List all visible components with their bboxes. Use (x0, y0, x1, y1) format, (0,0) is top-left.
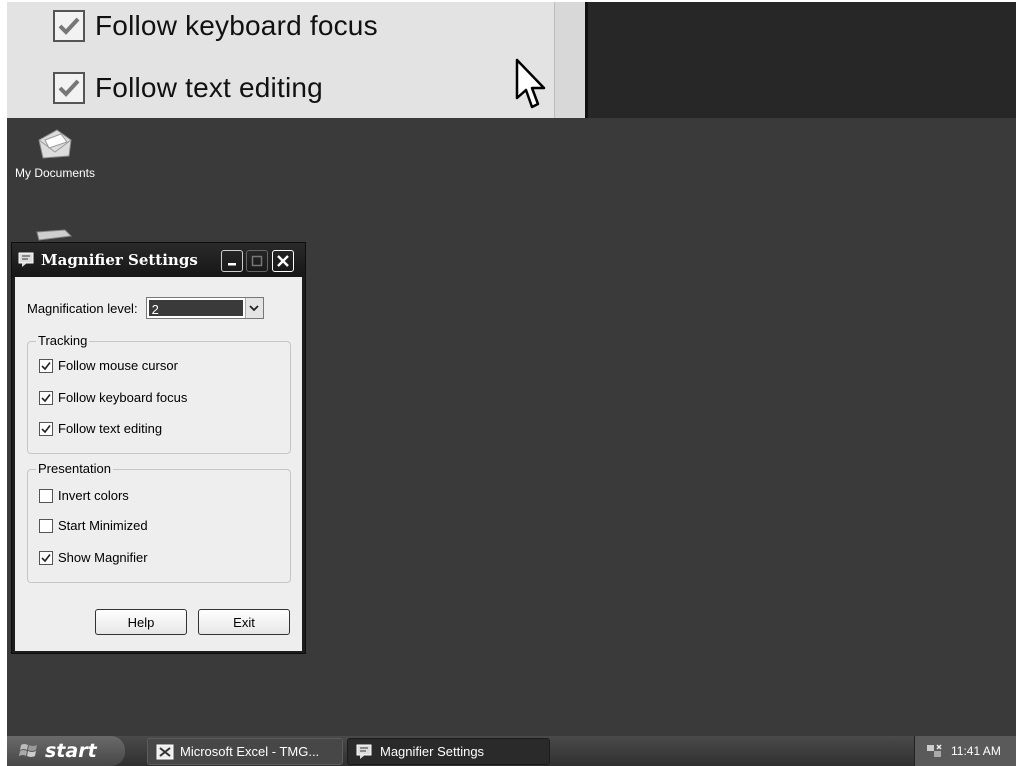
checkbox-box[interactable] (39, 518, 53, 533)
exit-button[interactable]: Exit (198, 609, 290, 635)
checkmark-icon (41, 361, 51, 370)
minimize-button[interactable] (221, 250, 243, 272)
checkmark-icon (41, 393, 51, 402)
dropdown-button[interactable] (244, 298, 263, 318)
window-body: Magnification level: 2 Tracking Follow m… (15, 277, 302, 651)
chevron-down-icon (249, 305, 259, 312)
excel-icon (156, 744, 174, 759)
desktop-icon-label: My Documents (14, 166, 96, 180)
tracking-group: Tracking Follow mouse cursor Follow keyb… (27, 333, 291, 454)
checkbox-label: Show Magnifier (58, 550, 148, 565)
magnified-checkbox-row: Follow keyboard focus (53, 10, 378, 42)
taskbar-button-excel[interactable]: Microsoft Excel - TMG... (147, 738, 343, 765)
magnification-level-select[interactable]: 2 (145, 297, 264, 319)
checkbox-label: Invert colors (58, 488, 129, 503)
windows-logo-icon (19, 744, 37, 757)
checkbox-start-minimized[interactable]: Start Minimized (39, 518, 148, 533)
taskbar-button-label: Magnifier Settings (380, 744, 485, 759)
magnified-gap (555, 2, 585, 118)
maximize-button[interactable] (246, 250, 268, 272)
start-label: start (45, 740, 97, 762)
checkbox-box[interactable] (39, 550, 53, 565)
mouse-pointer-icon (515, 58, 546, 109)
checkbox-follow-mouse-cursor[interactable]: Follow mouse cursor (39, 358, 178, 373)
my-documents-icon (38, 129, 72, 159)
checkbox-box[interactable] (39, 390, 53, 405)
taskbar-button-magnifier-settings[interactable]: Magnifier Settings (347, 738, 550, 765)
checkbox-follow-text-editing[interactable]: Follow text editing (39, 421, 162, 436)
help-button-label: Help (127, 614, 155, 630)
presentation-group-title: Presentation (36, 461, 113, 476)
magnifier-icon (18, 252, 34, 267)
magnification-level-row: Magnification level: 2 (27, 297, 264, 319)
magnified-label: Follow keyboard focus (95, 10, 378, 41)
taskbar: start Microsoft Excel - TMG... Magnifier… (7, 736, 1016, 766)
magnified-dark-area (585, 2, 1016, 118)
checkbox-label: Start Minimized (58, 518, 148, 533)
magnification-level-label: Magnification level: (27, 300, 138, 316)
clock: 11:41 AM (951, 744, 1001, 758)
checkbox-invert-colors[interactable]: Invert colors (39, 488, 129, 503)
magnified-area: Follow keyboard focus Follow text editin… (7, 2, 555, 118)
checkbox-show-magnifier[interactable]: Show Magnifier (39, 550, 148, 565)
checkbox-label: Follow keyboard focus (58, 390, 188, 405)
presentation-group: Presentation Invert colors Start Minimiz… (27, 461, 291, 583)
checkbox-box[interactable] (39, 488, 53, 503)
desktop-icon-my-documents[interactable]: My Documents (7, 126, 105, 180)
system-tray: 11:41 AM (914, 736, 1016, 766)
checkbox-box[interactable] (39, 358, 53, 373)
maximize-icon (251, 255, 263, 267)
desktop-icon-partial[interactable] (35, 228, 75, 242)
magnifier-view: Follow keyboard focus Follow text editin… (7, 2, 1016, 118)
magnified-checkbox-checked (53, 10, 85, 42)
checkbox-label: Follow mouse cursor (58, 358, 178, 373)
magnifier-settings-window: Magnifier Settings Magnification level: … (11, 242, 306, 654)
magnifier-icon (356, 744, 372, 759)
checkmark-icon (41, 424, 51, 433)
magnified-checkbox-row: Follow text editing (53, 72, 323, 104)
magnification-level-value: 2 (148, 300, 243, 317)
magnified-checkbox-checked (53, 72, 85, 104)
exit-button-label: Exit (233, 614, 255, 630)
magnified-label: Follow text editing (95, 72, 323, 103)
tracking-group-title: Tracking (36, 333, 90, 348)
window-titlebar[interactable]: Magnifier Settings (12, 243, 305, 277)
window-title: Magnifier Settings (41, 251, 198, 269)
checkbox-box[interactable] (39, 421, 53, 436)
close-button[interactable] (272, 250, 294, 272)
help-button[interactable]: Help (95, 609, 187, 635)
desktop-screen: Follow keyboard focus Follow text editin… (7, 2, 1016, 766)
checkbox-follow-keyboard-focus[interactable]: Follow keyboard focus (39, 390, 187, 405)
close-icon (277, 255, 289, 267)
checkmark-icon (41, 553, 51, 562)
network-icon[interactable] (925, 743, 943, 759)
minimize-icon (228, 263, 236, 266)
checkbox-label: Follow text editing (58, 421, 163, 436)
start-button[interactable]: start (7, 736, 125, 766)
taskbar-button-label: Microsoft Excel - TMG... (180, 744, 320, 759)
